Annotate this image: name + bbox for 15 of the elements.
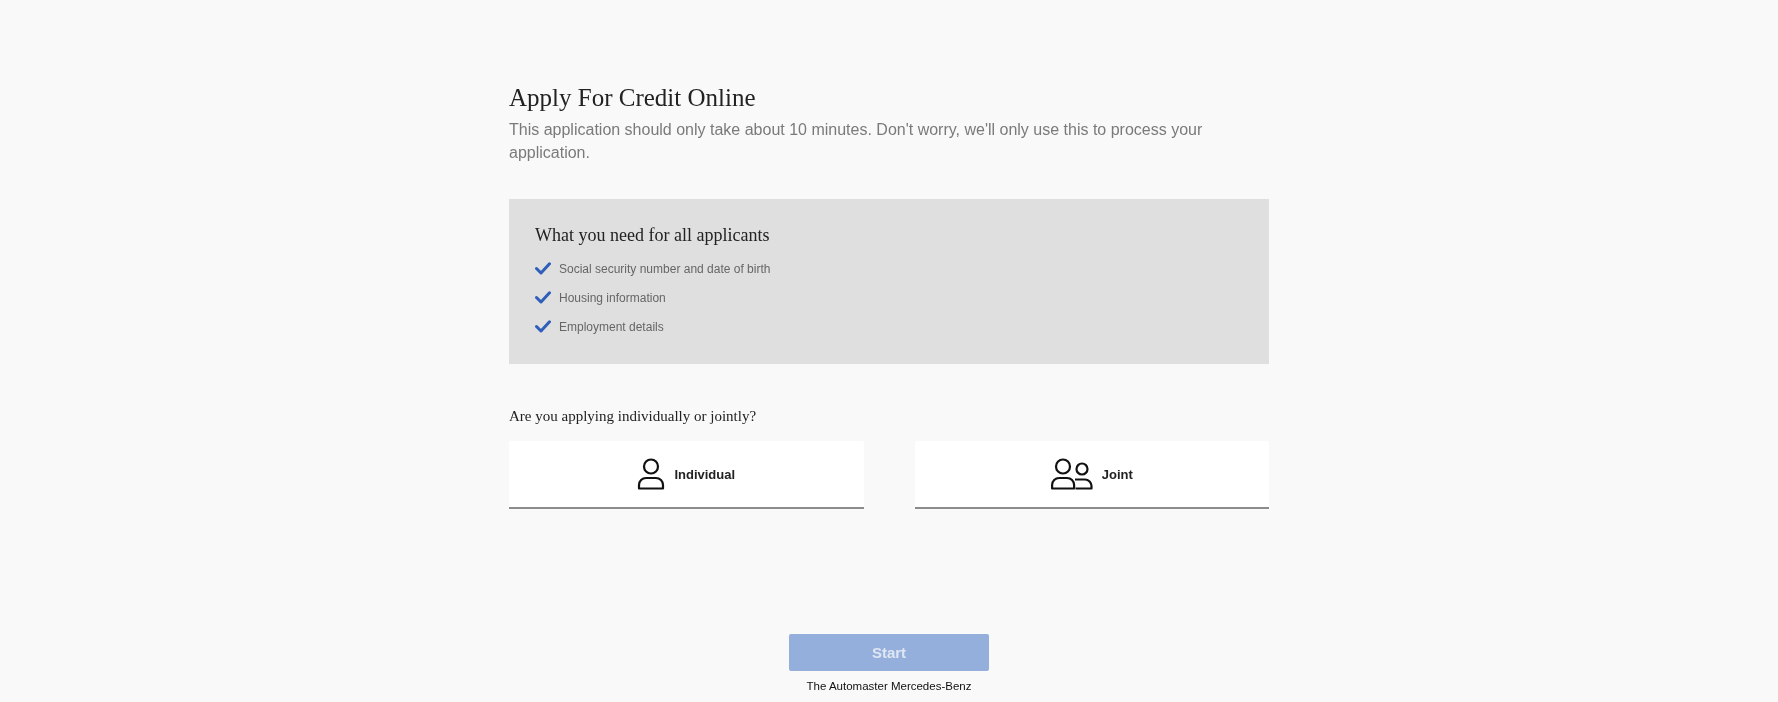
check-icon bbox=[535, 291, 551, 304]
requirement-text: Social security number and date of birth bbox=[559, 261, 771, 276]
check-icon bbox=[535, 320, 551, 333]
requirement-text: Employment details bbox=[559, 319, 664, 334]
page-subtitle: This application should only take about 10 minutes. Don't worry, we'll only use this to process your application. bbox=[509, 120, 1204, 163]
check-icon bbox=[535, 262, 551, 275]
panel-heading: What you need for all applicants bbox=[535, 224, 770, 247]
question-label: Are you applying individually or jointly? bbox=[509, 407, 757, 426]
footer-text: The Automaster Mercedes-Benz bbox=[806, 679, 972, 694]
requirement-text: Housing information bbox=[559, 290, 666, 305]
page-title: Apply For Credit Online bbox=[509, 83, 756, 113]
applicant-option-button[interactable]: Individual bbox=[509, 441, 864, 509]
applicant-option-button[interactable]: Joint bbox=[914, 441, 1269, 509]
two-people-icon bbox=[1050, 458, 1093, 490]
person-icon bbox=[637, 458, 666, 490]
